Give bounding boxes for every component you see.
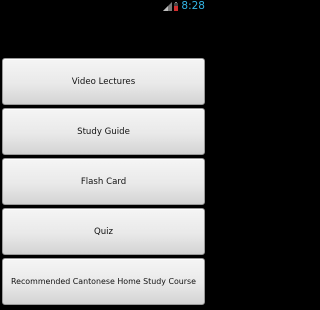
recommended-course-button[interactable]: Recommended Cantonese Home Study Course <box>2 258 205 305</box>
video-lectures-button[interactable]: Video Lectures <box>2 58 205 105</box>
battery-icon <box>174 2 179 11</box>
flash-card-button[interactable]: Flash Card <box>2 158 205 205</box>
status-icons: 8:28 <box>163 0 205 13</box>
app-screen: 8:28 Video Lectures Study Guide Flash Ca… <box>0 0 207 310</box>
clock-time: 8:28 <box>181 0 205 12</box>
menu-item-label: Flash Card <box>80 176 127 187</box>
study-guide-button[interactable]: Study Guide <box>2 108 205 155</box>
main-menu: Video Lectures Study Guide Flash Card Qu… <box>2 58 205 305</box>
signal-icon <box>163 2 173 11</box>
menu-item-label: Quiz <box>93 226 114 237</box>
menu-item-label: Study Guide <box>77 126 130 137</box>
menu-item-label: Video Lectures <box>71 76 136 87</box>
quiz-button[interactable]: Quiz <box>2 208 205 255</box>
status-bar: 8:28 <box>0 0 207 13</box>
menu-item-label: Recommended Cantonese Home Study Course <box>10 277 196 286</box>
